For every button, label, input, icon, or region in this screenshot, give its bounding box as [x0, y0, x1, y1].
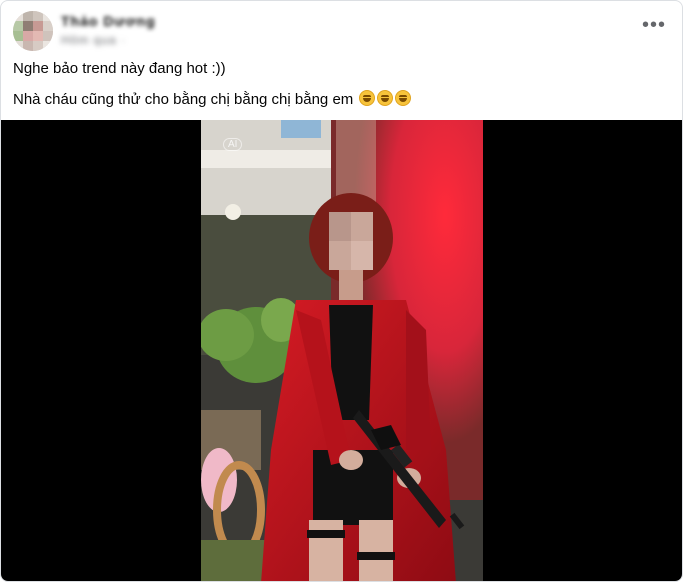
- avatar-blurred-image: [13, 11, 53, 51]
- video-frame[interactable]: AI: [201, 120, 483, 581]
- grinning-squinting-face-icon: [395, 90, 412, 106]
- ai-badge: AI: [223, 138, 243, 151]
- video-still-woman-red-jacket: [201, 120, 483, 581]
- author-name[interactable]: Thảo Dương: [61, 13, 156, 29]
- video-player[interactable]: AI: [1, 120, 682, 581]
- post-text-line-1: Nghe bảo trend này đang hot :)): [13, 60, 226, 77]
- post-text-line-2: Nhà cháu cũng thử cho bằng chị bằng chị …: [13, 90, 412, 108]
- post-meta: Hôm qua ·: [61, 33, 127, 47]
- avatar[interactable]: [13, 11, 53, 51]
- grinning-squinting-face-icon: [377, 90, 394, 106]
- post-text-line-2-text: Nhà cháu cũng thử cho bằng chị bằng chị …: [13, 91, 354, 108]
- post-card: Thảo Dương Hôm qua · ••• Nghe bảo trend …: [0, 0, 683, 582]
- more-options-button[interactable]: •••: [642, 15, 666, 35]
- grinning-squinting-face-icon: [359, 90, 376, 106]
- post-header: Thảo Dương Hôm qua · •••: [1, 1, 682, 57]
